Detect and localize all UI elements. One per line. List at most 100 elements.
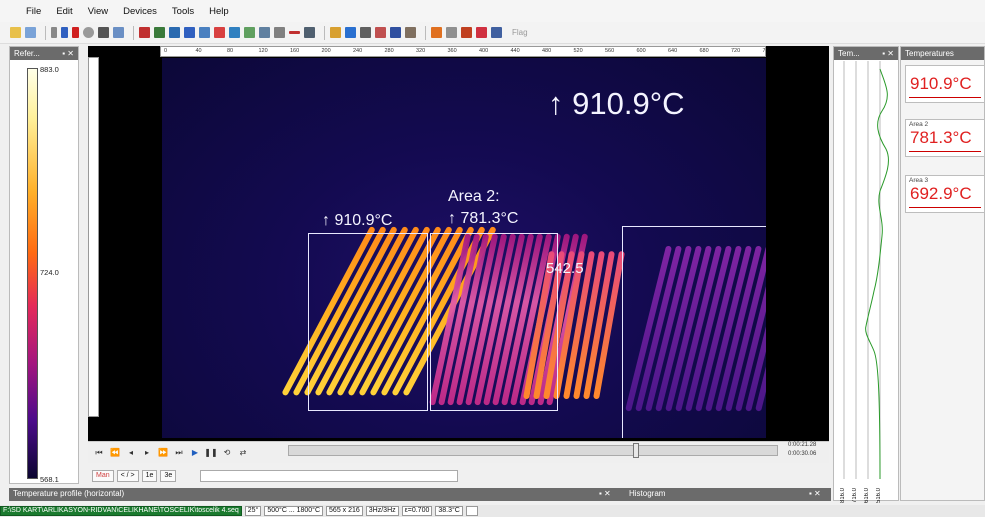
- temp-card-3[interactable]: Area 3 692.9°C: [905, 175, 985, 213]
- thermal-image[interactable]: ↑ 910.9°C ↑ 910.9°C Area 2: ↑ 781.3°C 54…: [162, 58, 766, 438]
- filter-icon[interactable]: [446, 27, 457, 38]
- pause-icon[interactable]: ❚❚: [204, 446, 218, 460]
- export-icon[interactable]: [491, 27, 502, 38]
- ruler-tick-label: 560: [605, 48, 615, 54]
- pointer-icon[interactable]: [214, 27, 225, 38]
- bounce-icon[interactable]: ⇄: [236, 446, 250, 460]
- grid-small-icon[interactable]: [274, 27, 285, 38]
- ruler-horizontal: 0 40 80 120 160 200 240 280 320 360 400 440 480 520 56…: [160, 46, 766, 57]
- ruler-tick-label: 720: [731, 48, 741, 54]
- time-total: 0:00:30.06: [788, 451, 817, 457]
- bars-icon[interactable]: [375, 27, 386, 38]
- flag-button[interactable]: Flag: [512, 28, 528, 37]
- status-emissivity[interactable]: ε=0.700: [401, 506, 433, 516]
- zoom-icon[interactable]: [345, 27, 356, 38]
- status-range[interactable]: 500°C ... 1800°C: [264, 506, 324, 516]
- temp-card-bar: [909, 151, 981, 152]
- time-display: 0:00:21.28 0:00:30.06: [788, 441, 826, 463]
- snapshot-icon[interactable]: [83, 27, 94, 38]
- fast-forward-icon[interactable]: ⏩: [156, 446, 170, 460]
- histogram-pane-close-icon[interactable]: ▪ ✕: [809, 489, 821, 498]
- stop-icon[interactable]: [61, 27, 68, 38]
- frame-scroll[interactable]: [200, 470, 458, 482]
- profile-pane-close-icon[interactable]: ▪ ✕: [599, 489, 611, 498]
- temp-card-2[interactable]: Area 2 781.3°C: [905, 119, 985, 157]
- minus-icon[interactable]: [289, 31, 300, 34]
- chart-icon[interactable]: [259, 27, 270, 38]
- palette-icon[interactable]: [139, 27, 150, 38]
- area-3-box[interactable]: [622, 226, 766, 438]
- play-icon[interactable]: [51, 27, 57, 38]
- temp-card-value: 781.3°C: [910, 128, 972, 147]
- toolbar-divider: [45, 25, 46, 40]
- menu-devices[interactable]: Devices: [123, 6, 157, 17]
- toolbar: Flag: [0, 22, 985, 44]
- area-2-box[interactable]: [430, 233, 558, 411]
- ruler-tick-label: 760: [762, 48, 766, 54]
- camera-icon[interactable]: [98, 27, 109, 38]
- manual-button[interactable]: Man: [92, 470, 114, 482]
- one-e-button[interactable]: 1e: [141, 470, 158, 482]
- last-frame-icon[interactable]: ⏭: [172, 446, 186, 460]
- status-reflected-temp[interactable]: 38.3°C: [435, 506, 463, 516]
- menu-tools[interactable]: Tools: [172, 6, 194, 17]
- reference-pane-header: Refer... ▪ ✕: [10, 47, 78, 60]
- reference-pane: Refer... ▪ ✕: [9, 46, 79, 484]
- menu-file[interactable]: File: [26, 6, 41, 17]
- pin-close-icon[interactable]: ▪ ✕: [62, 49, 74, 58]
- rewind-icon[interactable]: ⏪: [108, 446, 122, 460]
- pin-close-icon[interactable]: ▪ ✕: [882, 49, 894, 58]
- eraser-icon[interactable]: [199, 27, 210, 38]
- status-settings-icon[interactable]: [465, 506, 478, 516]
- color-scale-bar[interactable]: [27, 68, 38, 479]
- ruler-tick-label: 640: [668, 48, 678, 54]
- table-icon[interactable]: [360, 27, 371, 38]
- record-icon[interactable]: [72, 27, 79, 38]
- menu-bar: File Edit View Devices Tools Help: [0, 0, 985, 22]
- step-back-icon[interactable]: ◂: [124, 446, 138, 460]
- first-frame-icon[interactable]: ⏮: [92, 446, 106, 460]
- three-e-button[interactable]: 3e: [160, 470, 177, 482]
- flag-red-icon[interactable]: [476, 27, 487, 38]
- temp-card-1[interactable]: 910.9°C: [905, 65, 985, 103]
- temperatures-pane: Temperatures 910.9°C Area 2 781.3°C Area…: [900, 46, 985, 501]
- area-1-readout: ↑ 910.9°C: [322, 212, 393, 229]
- toolbar-divider: [133, 25, 134, 40]
- profile-pane-header: Tem... ▪ ✕: [834, 47, 898, 60]
- open-icon[interactable]: [10, 27, 21, 38]
- window-icon[interactable]: [304, 27, 315, 38]
- menu-view[interactable]: View: [88, 6, 108, 17]
- loop-icon[interactable]: ⟲: [220, 446, 234, 460]
- temp-card-value: 910.9°C: [910, 74, 972, 93]
- save-icon[interactable]: [25, 27, 36, 38]
- timeline-slider[interactable]: [288, 443, 778, 458]
- menu-help[interactable]: Help: [209, 6, 229, 17]
- timeline-thumb[interactable]: [633, 443, 639, 458]
- play-button-icon[interactable]: ▶: [188, 446, 202, 460]
- temp-card-bar: [909, 97, 981, 98]
- max-temp-readout: ↑ 910.9°C: [548, 86, 685, 121]
- toolbar-divider: [425, 25, 426, 40]
- area-2-readout: ↑ 781.3°C: [448, 210, 519, 227]
- profile-icon[interactable]: [244, 27, 255, 38]
- menu-edit[interactable]: Edit: [56, 6, 72, 17]
- area-1-box[interactable]: [308, 233, 428, 411]
- step-forward-icon[interactable]: ▸: [140, 446, 154, 460]
- ruler-tick-label: 200: [321, 48, 331, 54]
- ruler-tick-label: 80: [227, 48, 234, 54]
- thermo-icon[interactable]: [431, 27, 442, 38]
- images-icon[interactable]: [113, 27, 124, 38]
- area-icon[interactable]: [184, 27, 195, 38]
- split-icon[interactable]: [390, 27, 401, 38]
- tools-icon[interactable]: [405, 27, 416, 38]
- settings-icon[interactable]: [461, 27, 472, 38]
- edit-icon[interactable]: [169, 27, 180, 38]
- profile-side-title: Tem...: [838, 49, 860, 58]
- line-icon[interactable]: [229, 27, 240, 38]
- hand-icon[interactable]: [330, 27, 341, 38]
- spot-value: 542.5: [546, 260, 584, 277]
- area-2-title: Area 2:: [448, 188, 500, 205]
- grid-icon[interactable]: [154, 27, 165, 38]
- nav-button[interactable]: < / >: [116, 470, 139, 482]
- ruler-vertical: [88, 57, 99, 417]
